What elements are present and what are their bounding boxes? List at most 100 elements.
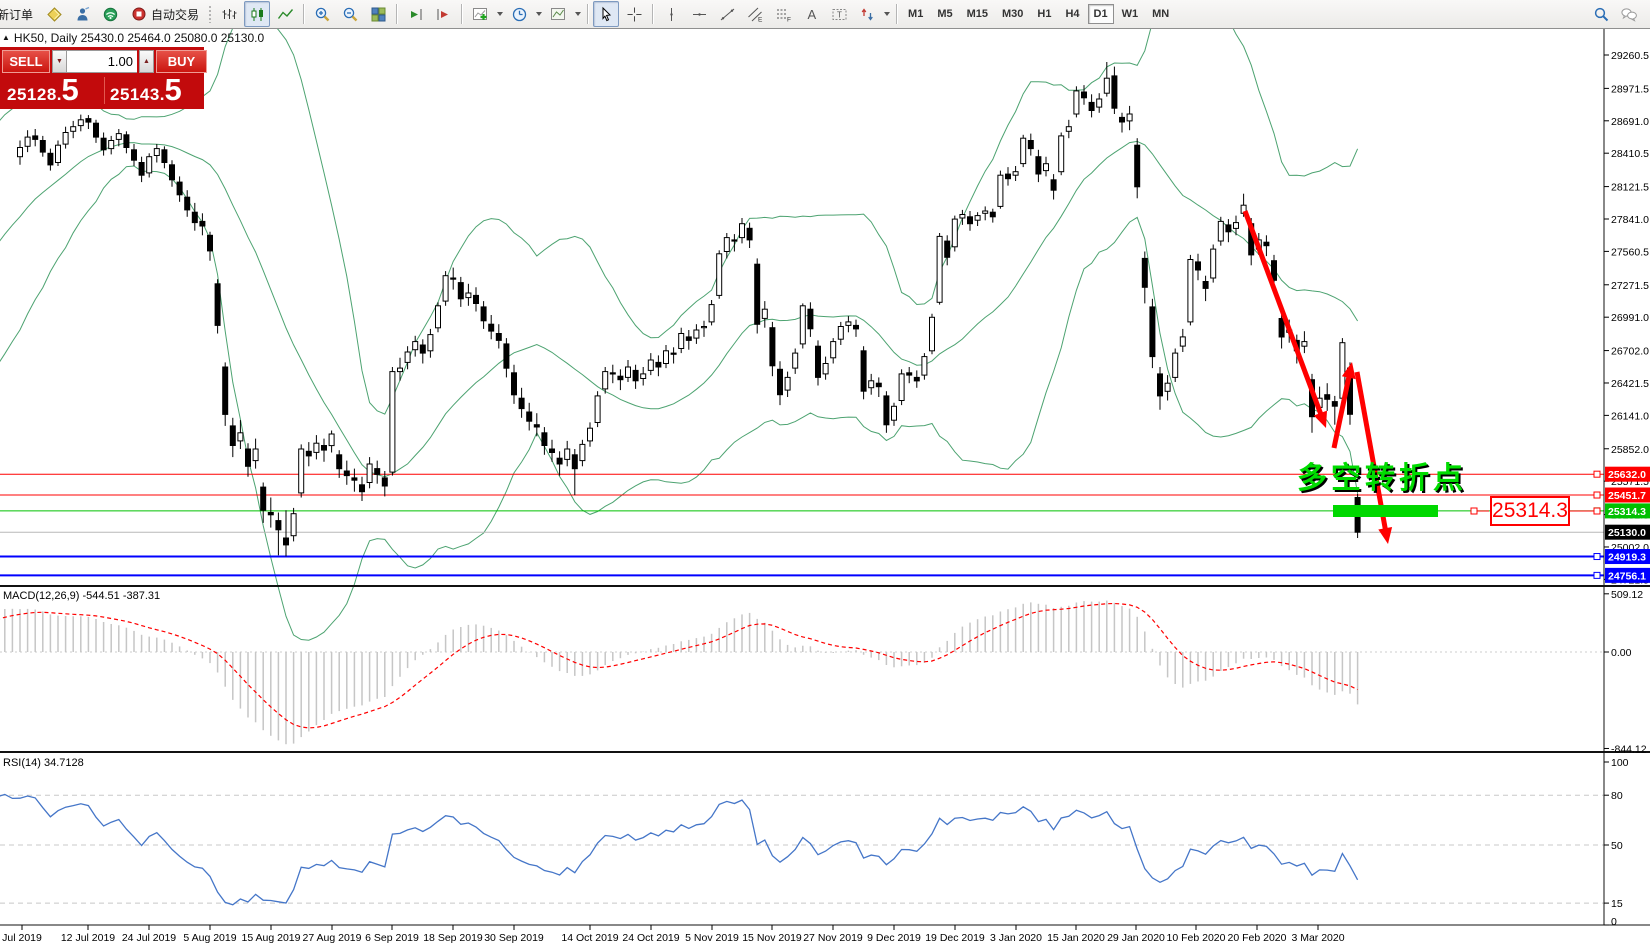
- candle-body: [838, 327, 843, 340]
- candle-body: [876, 383, 881, 387]
- timeframe-m15[interactable]: M15: [961, 4, 994, 24]
- auto-trading-button[interactable]: 自动交易: [125, 1, 205, 27]
- candle-body: [1104, 78, 1109, 93]
- cursor-icon[interactable]: [593, 1, 619, 27]
- timeframe-d1[interactable]: D1: [1088, 4, 1114, 24]
- bar-chart-icon[interactable]: [216, 1, 242, 27]
- crosshair-icon[interactable]: [621, 1, 647, 27]
- candle-body: [390, 372, 395, 473]
- axis-tick-label: 26421.5: [1611, 378, 1649, 390]
- candle-body: [1051, 180, 1056, 190]
- timeframe-h1[interactable]: H1: [1031, 4, 1057, 24]
- candlestick-chart-icon[interactable]: [244, 1, 270, 27]
- auto-scroll-icon[interactable]: [402, 1, 428, 27]
- templates-icon[interactable]: [545, 1, 571, 27]
- candle-body: [132, 150, 137, 160]
- candle-body: [1135, 145, 1140, 187]
- candle-body: [124, 135, 129, 148]
- timeframe-mn[interactable]: MN: [1146, 4, 1175, 24]
- label-tool-icon[interactable]: T: [826, 1, 852, 27]
- candle-body: [778, 369, 783, 394]
- rsi-panel: [0, 791, 1604, 905]
- candle-body: [671, 353, 676, 354]
- periods-dropdown-caret[interactable]: [536, 12, 542, 16]
- candle-body: [907, 373, 912, 375]
- axis-tick-label: 28691.0: [1611, 116, 1649, 128]
- candle-body: [1264, 242, 1269, 246]
- candle-body: [1188, 260, 1193, 322]
- timeframe-h4[interactable]: H4: [1059, 4, 1085, 24]
- timeframe-m5[interactable]: M5: [931, 4, 958, 24]
- shapes-tool-icon[interactable]: [854, 1, 880, 27]
- candle-body: [481, 307, 486, 321]
- new-order-button[interactable]: 新订单: [0, 1, 39, 27]
- periods-icon[interactable]: [506, 1, 532, 27]
- indicators-dropdown-caret[interactable]: [497, 12, 503, 16]
- date-label: 15 Nov 2019: [742, 932, 802, 944]
- timeframe-m1[interactable]: M1: [902, 4, 929, 24]
- channel-tool-icon[interactable]: E: [742, 1, 768, 27]
- tile-windows-icon[interactable]: [365, 1, 391, 27]
- toolbar: 新订单 自动交易: [0, 0, 1650, 29]
- templates-dropdown-caret[interactable]: [575, 12, 581, 16]
- market-watch-icon[interactable]: [69, 1, 95, 27]
- candle-body: [48, 153, 53, 165]
- fibonacci-tool-icon[interactable]: F: [770, 1, 796, 27]
- candle-body: [747, 228, 752, 240]
- symbols-icon[interactable]: [41, 1, 67, 27]
- candle-body: [33, 136, 38, 140]
- chart-shift-icon[interactable]: [430, 1, 456, 27]
- zoom-out-icon[interactable]: [337, 1, 363, 27]
- timeframe-m30[interactable]: M30: [996, 4, 1029, 24]
- buy-button[interactable]: BUY: [156, 50, 207, 73]
- sell-button[interactable]: SELL: [2, 50, 50, 73]
- candle-body: [1279, 319, 1284, 338]
- text-tool-icon[interactable]: A: [798, 1, 824, 27]
- candle-body: [413, 342, 418, 350]
- axis-tick-label: 28410.5: [1611, 148, 1649, 160]
- candle-body: [892, 406, 897, 420]
- axis-tick-label: 27271.5: [1611, 280, 1649, 292]
- shapes-dropdown-caret[interactable]: [884, 12, 890, 16]
- auto-trading-icon: [131, 6, 147, 22]
- candle-body: [40, 141, 45, 153]
- date-label: 5 Nov 2019: [685, 932, 739, 944]
- svg-text:T: T: [837, 10, 842, 19]
- search-icon[interactable]: [1588, 1, 1614, 27]
- candle-body: [56, 145, 61, 162]
- timeframe-w1[interactable]: W1: [1116, 4, 1145, 24]
- hline-tool-icon[interactable]: [686, 1, 712, 27]
- volume-increase-button[interactable]: ▲: [139, 50, 154, 73]
- date-label: 15 Jan 2020: [1047, 932, 1105, 944]
- candle-body: [686, 337, 691, 341]
- macd-indicator-label: MACD(12,26,9) -544.51 -387.31: [3, 590, 160, 602]
- candle-body: [1180, 337, 1185, 346]
- mt4-window: 29260.528971.528691.028410.528121.527841…: [0, 0, 1650, 950]
- candle-body: [109, 141, 114, 149]
- line-chart-icon[interactable]: [272, 1, 298, 27]
- zoom-in-icon[interactable]: [309, 1, 335, 27]
- candle-body: [1165, 383, 1170, 391]
- bb-lower: [0, 166, 1358, 640]
- signals-icon[interactable]: [97, 1, 123, 27]
- bid-price: 25128.5: [7, 76, 79, 105]
- vline-tool-icon[interactable]: [658, 1, 684, 27]
- axis-tick-label: 27841.0: [1611, 214, 1649, 226]
- one-click-trading-panel: SELL ▼ ▲ BUY 25128.5 25143.5: [0, 47, 204, 109]
- candle-body: [557, 458, 562, 464]
- trendline-tool-icon[interactable]: [714, 1, 740, 27]
- candle-body: [71, 127, 76, 132]
- candle-body: [1226, 225, 1231, 232]
- candle-body: [610, 373, 615, 374]
- volume-decrease-button[interactable]: ▼: [52, 50, 67, 73]
- macd-tick-label: 509.12: [1611, 589, 1643, 601]
- candle-body: [329, 434, 334, 446]
- candle-body: [192, 212, 197, 222]
- axis-tick-label: 27560.5: [1611, 246, 1649, 258]
- date-label: 29 Jan 2020: [1107, 932, 1165, 944]
- indicators-icon[interactable]: [467, 1, 493, 27]
- flag-anchor: [1594, 508, 1600, 514]
- volume-input[interactable]: [67, 50, 137, 73]
- collapse-icon[interactable]: ▲: [2, 33, 10, 42]
- chat-icon[interactable]: [1616, 1, 1642, 27]
